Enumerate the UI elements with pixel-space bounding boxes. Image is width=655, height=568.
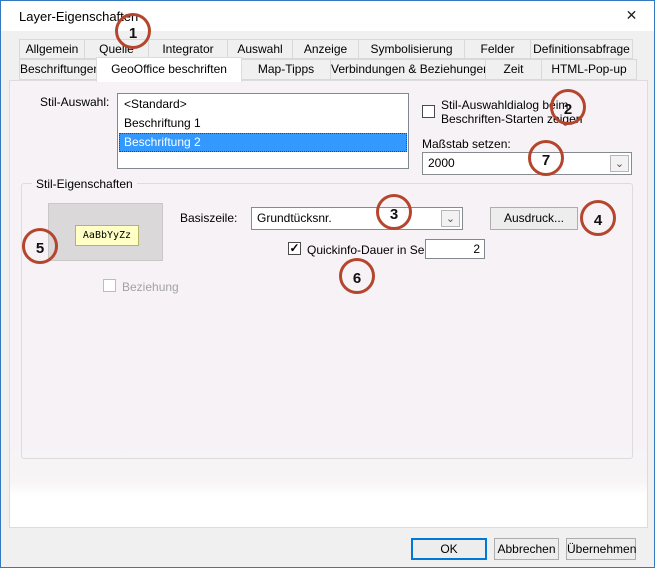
style-dialog-checkbox[interactable] [422,105,435,118]
basiszeile-label: Basiszeile: [180,211,237,225]
scale-combobox[interactable]: 2000 ⌄ [422,152,632,175]
tab-auswahl[interactable]: Auswahl [227,39,293,59]
scale-dropdown-button[interactable]: ⌄ [610,155,629,172]
style-select-label: Stil-Auswahl: [40,95,109,109]
tab-integrator[interactable]: Integrator [148,39,228,59]
tab-verbindungen-beziehungen[interactable]: Verbindungen & Beziehungen [330,59,486,80]
check-icon: ✓ [289,241,299,255]
expression-button[interactable]: Ausdruck... [490,207,578,230]
close-button[interactable]: ✕ [609,1,654,30]
titlebar: Layer-Eigenschaften ✕ [1,1,654,31]
tab-geooffice-beschriften[interactable]: GeoOffice beschriften [96,57,242,82]
basiszeile-dropdown-button[interactable]: ⌄ [441,210,460,227]
scale-label: Maßstab setzen: [422,137,511,151]
label-preview-sample: AaBbYyZz [75,225,139,246]
list-item-beschriftung-2[interactable]: Beschriftung 2 [119,133,407,152]
list-item-beschriftung-1[interactable]: Beschriftung 1 [119,114,407,133]
style-properties-title: Stil-Eigenschaften [32,177,137,191]
basiszeile-combobox[interactable]: Grundtücksnr. ⌄ [251,207,463,230]
tab-symbolisierung[interactable]: Symbolisierung [358,39,465,59]
basiszeile-value: Grundtücksnr. [257,211,332,225]
tab-html-pop-up[interactable]: HTML-Pop-up [541,59,637,80]
style-select-listbox[interactable]: <Standard> Beschriftung 1 Beschriftung 2 [117,93,409,169]
tab-allgemein[interactable]: Allgemein [19,39,85,59]
annotation-circle-5: 5 [22,228,58,264]
tab-beschriftungen[interactable]: Beschriftungen [19,59,97,80]
scale-value: 2000 [428,156,455,170]
tab-zeit[interactable]: Zeit [485,59,542,80]
quickinfo-duration-field[interactable]: 2 [425,239,485,259]
close-icon: ✕ [626,7,638,24]
annotation-circle-1: 1 [115,13,151,49]
annotation-circle-4: 4 [580,200,616,236]
chevron-down-icon: ⌄ [446,214,455,224]
chevron-down-icon: ⌄ [615,159,624,169]
ok-button[interactable]: OK [411,538,487,560]
annotation-circle-2: 2 [550,89,586,125]
tab-anzeige[interactable]: Anzeige [292,39,359,59]
style-properties-group: Stil-Eigenschaften AaBbYyZz Basiszeile: … [21,183,633,459]
list-item-standard[interactable]: <Standard> [119,95,407,114]
annotation-circle-7: 7 [528,140,564,176]
layer-properties-dialog: Layer-Eigenschaften ✕ Allgemein Quelle I… [0,0,655,568]
cancel-button[interactable]: Abbrechen [494,538,559,560]
tab-felder[interactable]: Felder [464,39,531,59]
beziehung-checkbox[interactable] [103,279,116,292]
label-preview-box: AaBbYyZz [48,203,163,261]
apply-button[interactable]: Übernehmen [566,538,636,560]
tab-row-1: Allgemein Quelle Integrator Auswahl Anze… [19,39,633,59]
annotation-circle-3: 3 [376,194,412,230]
tab-definitionsabfrage[interactable]: Definitionsabfrage [530,39,633,59]
quickinfo-checkbox[interactable]: ✓ [288,242,301,255]
tab-row-2: Beschriftungen GeoOffice beschriften Map… [19,59,637,82]
tab-map-tipps[interactable]: Map-Tipps [241,59,331,80]
beziehung-checkbox-label: Beziehung [122,280,179,294]
annotation-circle-6: 6 [339,258,375,294]
